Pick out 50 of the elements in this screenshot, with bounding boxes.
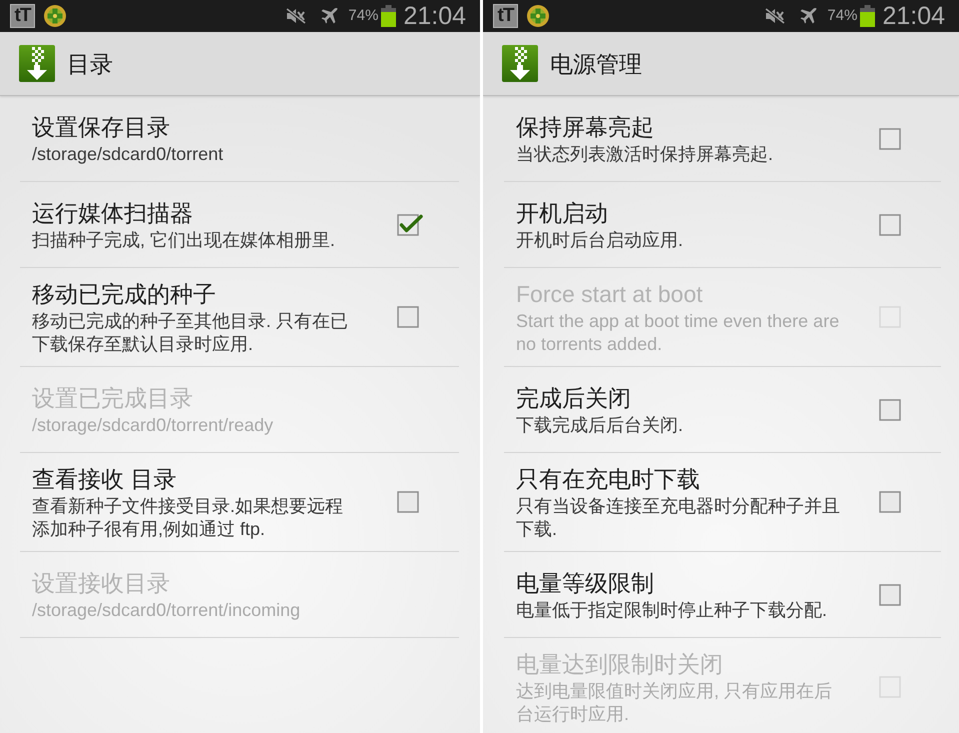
setting-summary: 扫描种子完成, 它们出现在媒体相册里. (32, 229, 336, 252)
setting-summary: 查看新种子文件接受目录.如果想要远程添加种子很有用,例如通过 ftp. (32, 495, 344, 541)
setting-title: 设置接收目录 (32, 569, 171, 598)
setting-title: Force start at boot (516, 280, 704, 309)
airplane-icon (320, 6, 340, 26)
setting-summary: 移动已完成的种子至其他目录. 只有在已下载保存至默认目录时应用. (32, 310, 350, 356)
setting-summary: /storage/sdcard0/torrent (32, 143, 224, 166)
app-notification-icon: tT (10, 4, 35, 28)
battery-percentage: 74% (348, 6, 378, 26)
setting-summary: Start the app at boot time even there are no torrents added. (516, 310, 840, 356)
setting-title: 只有在充电时下载 (516, 465, 701, 494)
setting-summary: /storage/sdcard0/torrent/ready (32, 414, 274, 437)
setting-summary: 当状态列表激活时保持屏幕亮起. (516, 143, 774, 166)
app-notification-icon: tT (493, 4, 518, 28)
checkbox[interactable] (879, 128, 901, 150)
setting-title: 运行媒体扫描器 (32, 199, 194, 228)
clock: 21:04 (882, 1, 945, 31)
setting-summary: 开机时后台启动应用. (516, 229, 684, 252)
battery-percentage: 74% (827, 6, 858, 26)
setting-title: 查看接收 目录 (32, 465, 178, 494)
setting-title: 电量达到限制时关闭 (516, 650, 724, 679)
checkbox[interactable] (879, 491, 901, 513)
mute-icon (765, 8, 786, 24)
setting-title: 移动已完成的种子 (32, 280, 217, 309)
checkbox[interactable] (397, 491, 419, 513)
setting-title: 电量等级限制 (516, 569, 655, 598)
setting-summary: 下载完成后后台关闭. (516, 414, 684, 437)
checkbox[interactable] (879, 584, 901, 606)
checkbox[interactable] (397, 306, 419, 328)
setting-summary: 达到电量限值时关闭应用, 只有应用在后台运行时应用. (516, 680, 834, 726)
setting-title: 保持屏幕亮起 (516, 113, 655, 142)
clock: 21:04 (403, 1, 466, 31)
mute-icon (286, 8, 306, 24)
checkbox[interactable] (397, 214, 423, 236)
battery-icon (860, 5, 876, 27)
setting-summary: 只有当设备连接至充电器时分配种子并且下载. (516, 495, 841, 541)
plus-circle-icon (527, 5, 549, 27)
setting-title: 设置已完成目录 (32, 384, 194, 413)
checkbox[interactable] (879, 214, 901, 236)
setting-title: 完成后关闭 (516, 384, 632, 413)
screen-title: 目录 (67, 50, 113, 78)
setting-summary: 电量低于指定限制时停止种子下载分配. (516, 599, 828, 622)
battery-icon (381, 5, 396, 27)
setting-summary: /storage/sdcard0/torrent/incoming (32, 599, 302, 622)
screen-title: 电源管理 (550, 50, 642, 78)
setting-title: 设置保存目录 (32, 113, 171, 142)
airplane-icon (799, 6, 818, 26)
checkbox[interactable] (879, 398, 901, 420)
plus-circle-icon (44, 5, 66, 27)
setting-title: 开机启动 (516, 199, 609, 228)
